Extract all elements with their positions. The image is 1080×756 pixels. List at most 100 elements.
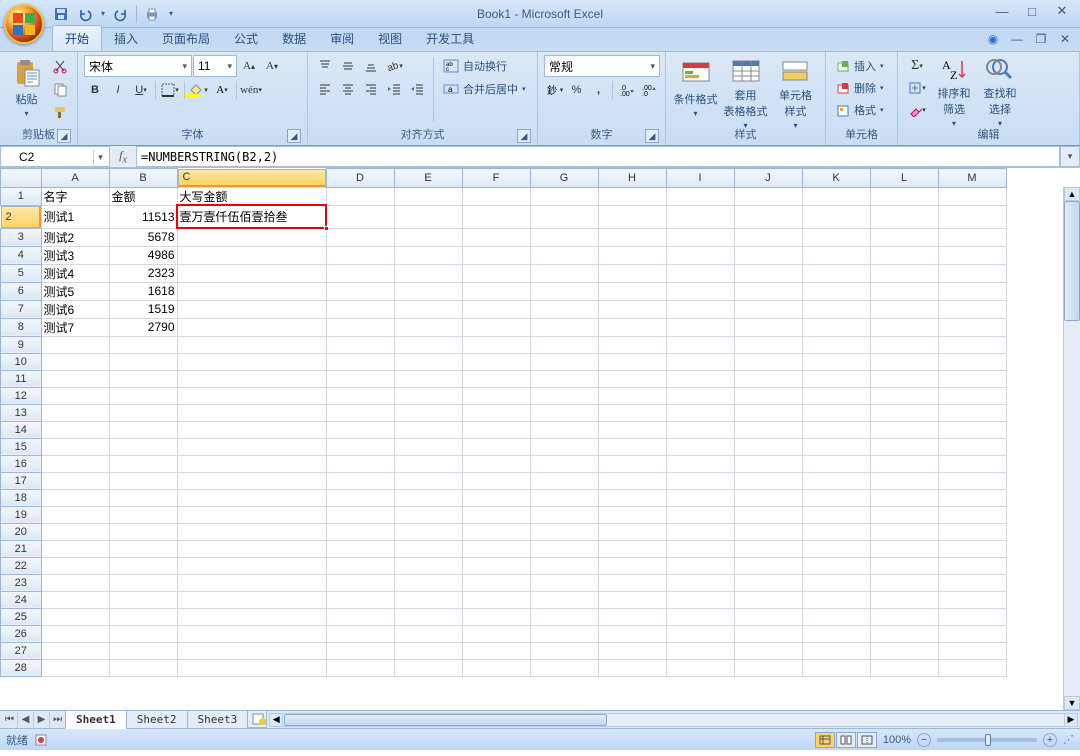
cell-H24[interactable] — [598, 591, 666, 608]
cell-I22[interactable] — [666, 557, 734, 574]
cell-E14[interactable] — [394, 421, 462, 438]
cell-D23[interactable] — [326, 574, 394, 591]
cell-L1[interactable] — [870, 187, 938, 205]
cell-L17[interactable] — [870, 472, 938, 489]
cell-G2[interactable] — [530, 205, 598, 228]
sheet-nav-next[interactable]: ▶ — [34, 712, 50, 728]
tab-review[interactable]: 审阅 — [318, 26, 366, 51]
cell-A22[interactable] — [41, 557, 109, 574]
cell-I11[interactable] — [666, 370, 734, 387]
cell-K12[interactable] — [802, 387, 870, 404]
cell-M10[interactable] — [938, 353, 1006, 370]
cell-I13[interactable] — [666, 404, 734, 421]
insert-cells-button[interactable]: 插入▾ — [832, 55, 888, 77]
cell-G4[interactable] — [530, 246, 598, 264]
cell-B20[interactable] — [109, 523, 177, 540]
cell-C18[interactable] — [177, 489, 326, 506]
cell-L8[interactable] — [870, 318, 938, 336]
sheet-tab-2[interactable]: Sheet2 — [126, 711, 188, 729]
cell-K5[interactable] — [802, 264, 870, 282]
cell-D20[interactable] — [326, 523, 394, 540]
cell-I17[interactable] — [666, 472, 734, 489]
cell-A25[interactable] — [41, 608, 109, 625]
accounting-format[interactable]: 鈔▾ — [544, 79, 565, 101]
alignment-launcher[interactable]: ◢ — [517, 129, 531, 143]
row-header-10[interactable]: 10 — [1, 353, 42, 370]
cell-A18[interactable] — [41, 489, 109, 506]
cell-K10[interactable] — [802, 353, 870, 370]
cell-J4[interactable] — [734, 246, 802, 264]
delete-cells-button[interactable]: 删除▾ — [832, 77, 888, 99]
view-normal[interactable] — [815, 732, 835, 748]
cell-C14[interactable] — [177, 421, 326, 438]
col-header-H[interactable]: H — [598, 169, 666, 188]
cell-D27[interactable] — [326, 642, 394, 659]
cell-C26[interactable] — [177, 625, 326, 642]
cell-C11[interactable] — [177, 370, 326, 387]
cell-B24[interactable] — [109, 591, 177, 608]
cell-I8[interactable] — [666, 318, 734, 336]
row-header-21[interactable]: 21 — [1, 540, 42, 557]
name-box[interactable]: C2▾ — [0, 146, 110, 167]
maximize-button[interactable]: □ — [1018, 2, 1046, 20]
cell-M13[interactable] — [938, 404, 1006, 421]
cell-K19[interactable] — [802, 506, 870, 523]
cell-M5[interactable] — [938, 264, 1006, 282]
col-header-M[interactable]: M — [938, 169, 1006, 188]
cell-J16[interactable] — [734, 455, 802, 472]
cell-A15[interactable] — [41, 438, 109, 455]
cell-A23[interactable] — [41, 574, 109, 591]
cell-H18[interactable] — [598, 489, 666, 506]
cell-L21[interactable] — [870, 540, 938, 557]
cell-C22[interactable] — [177, 557, 326, 574]
cell-F15[interactable] — [462, 438, 530, 455]
cell-M17[interactable] — [938, 472, 1006, 489]
col-header-J[interactable]: J — [734, 169, 802, 188]
cell-C15[interactable] — [177, 438, 326, 455]
cell-G9[interactable] — [530, 336, 598, 353]
cell-D14[interactable] — [326, 421, 394, 438]
cell-M15[interactable] — [938, 438, 1006, 455]
cell-E18[interactable] — [394, 489, 462, 506]
cell-M4[interactable] — [938, 246, 1006, 264]
tab-page-layout[interactable]: 页面布局 — [150, 26, 222, 51]
tab-data[interactable]: 数据 — [270, 26, 318, 51]
vertical-scrollbar[interactable]: ▲▼ — [1063, 187, 1080, 710]
cell-C27[interactable] — [177, 642, 326, 659]
cell-G10[interactable] — [530, 353, 598, 370]
row-header-12[interactable]: 12 — [1, 387, 42, 404]
cell-I7[interactable] — [666, 300, 734, 318]
cell-I25[interactable] — [666, 608, 734, 625]
cell-H21[interactable] — [598, 540, 666, 557]
col-header-I[interactable]: I — [666, 169, 734, 188]
cell-J10[interactable] — [734, 353, 802, 370]
row-header-27[interactable]: 27 — [1, 642, 42, 659]
cell-L24[interactable] — [870, 591, 938, 608]
cell-K24[interactable] — [802, 591, 870, 608]
cell-G15[interactable] — [530, 438, 598, 455]
col-header-F[interactable]: F — [462, 169, 530, 188]
cell-K16[interactable] — [802, 455, 870, 472]
row-header-19[interactable]: 19 — [1, 506, 42, 523]
cell-A13[interactable] — [41, 404, 109, 421]
cell-L18[interactable] — [870, 489, 938, 506]
cell-E28[interactable] — [394, 659, 462, 676]
cell-K27[interactable] — [802, 642, 870, 659]
cell-F25[interactable] — [462, 608, 530, 625]
fill-handle[interactable] — [324, 226, 329, 231]
cell-I19[interactable] — [666, 506, 734, 523]
cell-K18[interactable] — [802, 489, 870, 506]
view-page-break[interactable] — [857, 732, 877, 748]
cell-B1[interactable]: 金额 — [109, 187, 177, 205]
cell-L27[interactable] — [870, 642, 938, 659]
align-left[interactable] — [314, 78, 336, 100]
sheet-nav-prev[interactable]: ◀ — [18, 712, 34, 728]
clear-button[interactable]: ▾ — [904, 99, 930, 121]
decrease-font-button[interactable]: A▾ — [261, 55, 283, 77]
cell-L19[interactable] — [870, 506, 938, 523]
cell-B18[interactable] — [109, 489, 177, 506]
cell-H26[interactable] — [598, 625, 666, 642]
cell-D21[interactable] — [326, 540, 394, 557]
cell-I12[interactable] — [666, 387, 734, 404]
cell-K1[interactable] — [802, 187, 870, 205]
